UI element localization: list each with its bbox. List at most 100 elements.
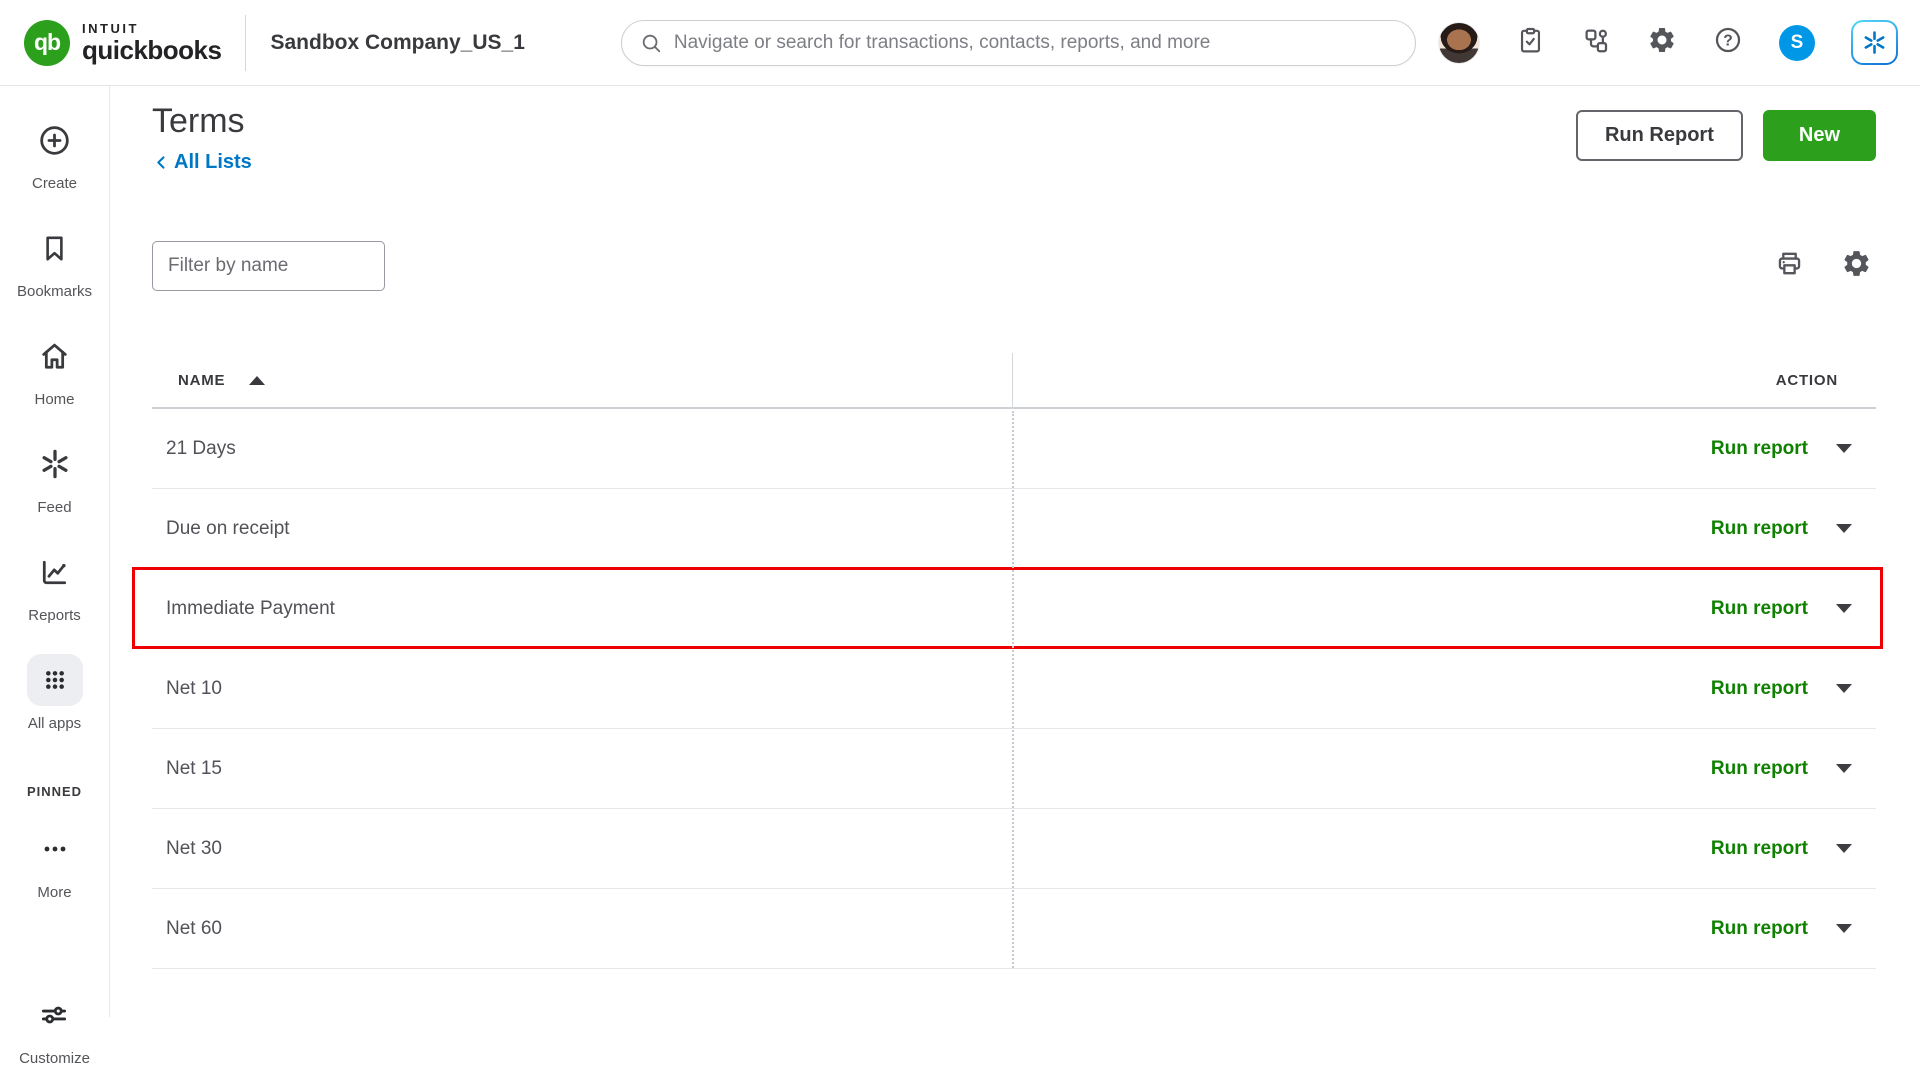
dropdown-caret-icon[interactable]	[1836, 524, 1852, 533]
workflows-icon	[1585, 29, 1608, 53]
column-header-name[interactable]: NAME	[178, 371, 266, 389]
dropdown-caret-icon[interactable]	[1836, 604, 1852, 613]
printer-icon	[1778, 252, 1801, 275]
sidebar-item-reports[interactable]: Reports	[27, 546, 83, 624]
row-actions: Run report	[1711, 678, 1852, 700]
run-report-link[interactable]: Run report	[1711, 678, 1808, 700]
ellipsis-icon	[44, 846, 65, 852]
table-body: 21 Days Run report Due on receipt Run re…	[132, 409, 1883, 969]
filter-by-name-input[interactable]	[152, 241, 385, 291]
sidebar-item-label: Customize	[19, 1050, 90, 1067]
page-header: Terms All Lists Run Report New	[152, 102, 1876, 177]
term-name: Net 60	[166, 917, 222, 939]
table-row: Immediate Payment Run report	[132, 567, 1883, 649]
table-header: NAME ACTION	[152, 353, 1876, 409]
run-report-link[interactable]: Run report	[1711, 438, 1808, 460]
bookmark-icon	[46, 235, 63, 261]
header-divider	[245, 14, 247, 71]
user-avatar[interactable]	[1438, 21, 1480, 64]
dropdown-caret-icon[interactable]	[1836, 444, 1852, 453]
search-icon	[642, 34, 661, 52]
row-actions: Run report	[1711, 518, 1852, 540]
dropdown-caret-icon[interactable]	[1836, 844, 1852, 853]
brand-text: INTUIT quickbooks	[82, 21, 222, 65]
tasks-clipboard-button[interactable]	[1516, 26, 1545, 60]
gear-icon	[1844, 251, 1869, 276]
sidebar-item-customize[interactable]: Customize	[19, 989, 90, 1067]
column-header-action: ACTION	[1775, 371, 1838, 389]
intuit-assist-button[interactable]	[1851, 20, 1898, 65]
qb-monogram: qb	[33, 29, 61, 55]
table-settings-button[interactable]	[1841, 248, 1872, 284]
home-icon	[42, 343, 67, 369]
row-actions: Run report	[1711, 438, 1852, 460]
settings-button[interactable]	[1647, 25, 1677, 60]
name-column-label: NAME	[178, 371, 226, 389]
quickbooks-logo[interactable]: qb INTUIT quickbooks	[24, 19, 222, 66]
intuit-assist-spark-icon	[1864, 31, 1885, 54]
intuit-wordmark: INTUIT	[82, 21, 139, 36]
company-name: Sandbox Company_US_1	[270, 30, 525, 54]
sidebar-item-label: More	[37, 884, 72, 901]
run-report-link[interactable]: Run report	[1711, 598, 1808, 620]
sidebar-item-label: Create	[31, 175, 78, 192]
line-chart-icon	[42, 560, 67, 584]
help-button[interactable]: ?	[1713, 25, 1743, 60]
filter-row	[152, 241, 1876, 291]
run-report-link[interactable]: Run report	[1711, 838, 1808, 860]
all-lists-label: All Lists	[174, 151, 252, 173]
table-tools	[1774, 248, 1876, 284]
all-lists-back-link[interactable]: All Lists	[152, 151, 252, 174]
run-report-link[interactable]: Run report	[1711, 758, 1808, 780]
sidebar-item-label: Reports	[28, 607, 81, 624]
main-content: Terms All Lists Run Report New Filter by…	[110, 86, 1920, 1017]
run-report-link[interactable]: Run report	[1711, 918, 1808, 940]
tasks-clipboard-icon	[1520, 27, 1541, 52]
settings-gear-icon	[1650, 27, 1674, 52]
table-row: Net 15 Run report	[152, 729, 1876, 809]
app-body: Create Bookmarks Home Feed Reports All a…	[0, 86, 1920, 1067]
page-title: Terms	[152, 102, 245, 140]
terms-table: NAME ACTION 21 Days Run report Due on re…	[132, 353, 1883, 969]
table-row: Net 30 Run report	[152, 809, 1876, 889]
qb-logo-icon: qb	[24, 19, 70, 66]
term-name: Net 30	[166, 837, 222, 859]
dropdown-caret-icon[interactable]	[1836, 924, 1852, 933]
table-row: 21 Days Run report	[152, 409, 1876, 489]
quickbooks-wordmark: quickbooks	[82, 35, 222, 65]
sidebar-item-feed[interactable]: Feed	[27, 438, 83, 516]
row-actions: Run report	[1711, 838, 1852, 860]
spark-icon	[41, 449, 68, 479]
sidebar-item-label: Home	[34, 391, 75, 408]
table-row: Due on receipt Run report	[152, 489, 1876, 569]
sort-ascending-icon	[249, 375, 266, 385]
new-button[interactable]: New	[1762, 110, 1876, 161]
term-name: 21 Days	[166, 437, 236, 459]
plus-circle-icon	[40, 125, 69, 155]
pinned-section-label: PINNED	[26, 784, 83, 799]
row-actions: Run report	[1711, 758, 1852, 780]
term-name: Due on receipt	[166, 517, 290, 539]
sidebar-item-all-apps[interactable]: All apps	[26, 654, 83, 732]
sidebar-item-bookmarks[interactable]: Bookmarks	[17, 222, 92, 300]
dropdown-caret-icon[interactable]	[1836, 684, 1852, 693]
sidebar-item-more[interactable]: More	[27, 823, 83, 901]
sidebar-item-label: All apps	[27, 715, 82, 732]
sidebar-item-create[interactable]: Create	[27, 114, 83, 192]
svg-text:?: ?	[1723, 32, 1733, 49]
global-search-input[interactable]	[671, 30, 1397, 55]
workflows-button[interactable]	[1581, 25, 1611, 60]
chevron-left-icon	[157, 156, 165, 169]
sidebar-item-label: Feed	[37, 499, 72, 516]
sidebar-item-label: Bookmarks	[16, 283, 93, 300]
header-icons: ? S	[1438, 20, 1898, 65]
run-report-link[interactable]: Run report	[1711, 518, 1808, 540]
dropdown-caret-icon[interactable]	[1836, 764, 1852, 773]
table-row: Net 10 Run report	[152, 649, 1876, 729]
global-search-bar[interactable]	[620, 19, 1416, 66]
term-name: Net 10	[166, 677, 222, 699]
sidebar-item-home[interactable]: Home	[27, 330, 83, 408]
run-report-button[interactable]: Run Report	[1575, 110, 1743, 161]
print-button[interactable]	[1774, 248, 1805, 284]
user-initial-badge[interactable]: S	[1779, 24, 1815, 61]
